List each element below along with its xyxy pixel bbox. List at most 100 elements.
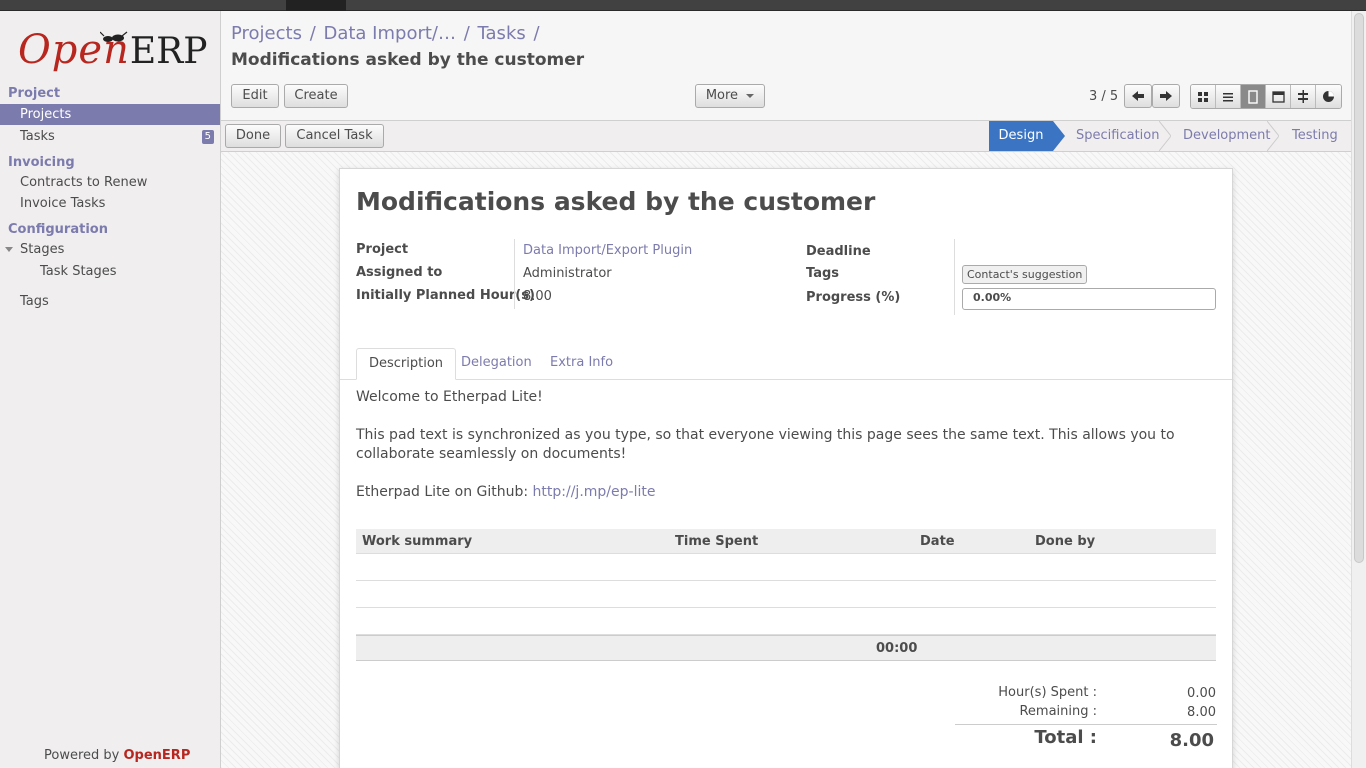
assigned-to-label: Assigned to — [356, 265, 443, 280]
planned-hours-field[interactable]: 8.00 — [523, 289, 552, 304]
view-header: Projects / Data Import/… / Tasks / Modif… — [221, 11, 1351, 121]
arrow-right-icon — [1160, 91, 1172, 101]
work-table-header: Work summary Time Spent Date Done by — [356, 529, 1216, 554]
github-link[interactable]: http://j.mp/ep-lite — [533, 484, 656, 500]
tab-delegation[interactable]: Delegation — [449, 348, 544, 380]
sidebar-item-projects[interactable]: Projects — [0, 104, 220, 125]
planned-hours-label: Initially Planned Hour(s) — [356, 288, 535, 303]
column-header-date[interactable]: Date — [920, 534, 955, 549]
openerp-logo[interactable]: OpenERP — [18, 27, 207, 77]
sidebar-item-label: Tasks — [20, 129, 55, 144]
stage-testing[interactable]: Testing — [1292, 121, 1338, 151]
description-paragraph: This pad text is synchronized as you typ… — [356, 427, 1175, 462]
top-menu-active-item[interactable] — [286, 0, 346, 11]
breadcrumb-projects[interactable]: Projects — [231, 23, 302, 44]
total-value: 8.00 — [1169, 730, 1214, 751]
remaining-value[interactable]: 8.00 — [1136, 705, 1216, 720]
totals-divider — [955, 724, 1217, 725]
top-menu-bar — [0, 0, 1366, 11]
kanban-view-icon[interactable] — [1191, 85, 1216, 108]
done-button[interactable]: Done — [225, 124, 281, 148]
breadcrumb-tasks[interactable]: Tasks — [478, 23, 526, 44]
more-button-label: More — [705, 88, 739, 103]
pager-next-button[interactable] — [1152, 84, 1180, 108]
sidebar-item-task-stages[interactable]: Task Stages — [0, 261, 220, 282]
stage-separator-icon — [1159, 121, 1171, 151]
task-title[interactable]: Modifications asked by the customer — [356, 187, 875, 216]
caret-down-icon — [746, 93, 755, 98]
powered-by-link[interactable]: OpenERP — [124, 748, 191, 763]
calendar-view-icon[interactable] — [1266, 85, 1291, 108]
description-github-line: Etherpad Lite on Github: http://j.mp/ep-… — [356, 483, 1216, 502]
form-view-icon[interactable] — [1241, 85, 1266, 108]
table-row[interactable] — [356, 554, 1216, 581]
sidebar-item-tasks[interactable]: Tasks 5 — [0, 126, 220, 147]
stage-specification[interactable]: Specification — [1076, 121, 1159, 151]
breadcrumb: Projects / Data Import/… / Tasks / — [231, 23, 540, 44]
work-table-footer: 00:00 — [356, 635, 1216, 661]
sidebar-item-tags[interactable]: Tags — [0, 291, 220, 312]
time-spent-total: 00:00 — [876, 641, 918, 656]
progress-label: Progress (%) — [806, 290, 901, 305]
notebook-tabs: Description Delegation Extra Info — [340, 348, 1232, 380]
progress-value: 0.00% — [973, 291, 1012, 304]
total-label: Total : — [1034, 727, 1097, 748]
pager-previous-button[interactable] — [1124, 84, 1152, 108]
sidebar-item-stages[interactable]: Stages — [0, 239, 220, 260]
project-field[interactable]: Data Import/Export Plugin — [523, 243, 692, 258]
sidebar-item-label: Invoice Tasks — [20, 196, 106, 211]
stage-separator-icon — [1267, 121, 1279, 151]
status-bar: Done Cancel Task Design Specification De… — [221, 121, 1351, 152]
tab-extra-info[interactable]: Extra Info — [538, 348, 625, 380]
column-header-done-by[interactable]: Done by — [1035, 534, 1095, 549]
form-sheet: Modifications asked by the customer Proj… — [339, 168, 1233, 768]
field-divider — [514, 239, 515, 309]
arrow-left-icon — [1132, 91, 1144, 101]
cancel-task-button[interactable]: Cancel Task — [285, 124, 384, 148]
github-prefix: Etherpad Lite on Github: — [356, 484, 533, 500]
edit-button[interactable]: Edit — [231, 84, 279, 108]
table-row[interactable] — [356, 581, 1216, 608]
column-header-work-summary[interactable]: Work summary — [362, 534, 472, 549]
project-label: Project — [356, 242, 409, 257]
stage-development[interactable]: Development — [1183, 121, 1271, 151]
description-line: Welcome to Etherpad Lite! — [356, 389, 543, 405]
create-button[interactable]: Create — [284, 84, 348, 108]
table-row[interactable] — [356, 608, 1216, 635]
form-content-area: Modifications asked by the customer Proj… — [221, 152, 1351, 768]
scrollbar-thumb[interactable] — [1354, 13, 1364, 563]
sidebar-item-label: Stages — [20, 242, 65, 257]
stage-arrow-icon — [1053, 121, 1065, 151]
sidebar-item-invoice-tasks[interactable]: Invoice Tasks — [0, 193, 220, 214]
page-scrollbar[interactable] — [1351, 11, 1366, 768]
column-header-time-spent[interactable]: Time Spent — [675, 534, 758, 549]
menu-section-invoicing: Invoicing — [8, 155, 75, 170]
breadcrumb-project[interactable]: Data Import/… — [323, 23, 456, 44]
pager-counter: 3 / 5 — [1089, 89, 1119, 104]
assigned-to-field[interactable]: Administrator — [523, 266, 612, 281]
stage-design[interactable]: Design — [989, 121, 1053, 151]
sidebar-item-contracts-to-renew[interactable]: Contracts to Renew — [0, 172, 220, 193]
tag-chip[interactable]: Contact's suggestion — [962, 265, 1088, 284]
logo-ant-icon — [100, 31, 128, 42]
logo-erp-text: ERP — [129, 31, 208, 72]
powered-by-label: Powered by — [44, 748, 120, 763]
expand-triangle-icon[interactable] — [5, 247, 13, 252]
view-switcher — [1190, 84, 1342, 109]
tab-description[interactable]: Description — [356, 348, 457, 380]
sidebar-item-label: Task Stages — [40, 264, 117, 279]
graph-view-icon[interactable] — [1316, 85, 1341, 108]
gantt-view-icon[interactable] — [1291, 85, 1316, 108]
page-title: Modifications asked by the customer — [231, 50, 585, 70]
sidebar-item-label: Contracts to Renew — [20, 175, 148, 190]
sidebar-item-label: Tags — [20, 294, 49, 309]
work-table: Work summary Time Spent Date Done by 00:… — [356, 529, 1216, 661]
more-button[interactable]: More — [695, 84, 765, 108]
hours-spent-value: 0.00 — [1187, 686, 1216, 701]
powered-by: Powered by OpenERP — [44, 748, 190, 763]
menu-section-configuration: Configuration — [8, 222, 108, 237]
list-view-icon[interactable] — [1216, 85, 1241, 108]
sidebar-item-label: Projects — [20, 107, 72, 122]
tasks-count-badge: 5 — [201, 130, 214, 144]
field-divider — [954, 239, 955, 315]
